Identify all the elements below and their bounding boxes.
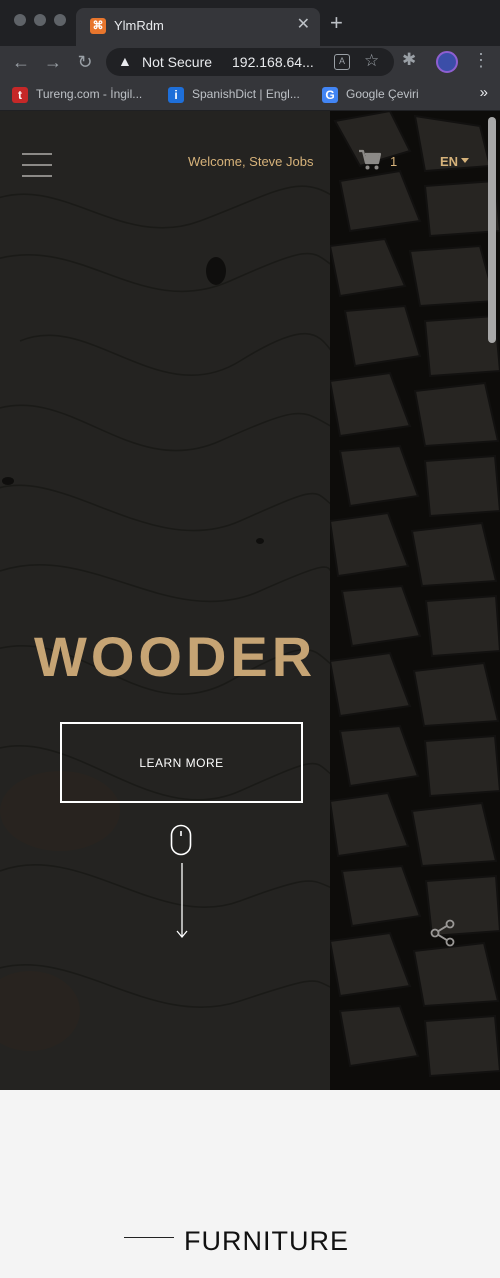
learn-more-button[interactable]: LEARN MORE xyxy=(60,722,303,803)
browser-tab[interactable]: ⌘ YlmRdm ✕ xyxy=(76,8,320,46)
browser-tab-strip: ⌘ YlmRdm ✕ + xyxy=(0,0,500,46)
furniture-section: FURNITURE xyxy=(0,1090,500,1278)
bookmark-item[interactable]: G Google Çeviri xyxy=(322,84,442,106)
bookmark-label: SpanishDict | Engl... xyxy=(192,87,300,101)
bookmark-label: Tureng.com - İngil... xyxy=(36,87,143,101)
warning-icon: ▲ xyxy=(118,53,132,69)
reload-icon[interactable]: ↻ xyxy=(72,49,98,75)
extensions-puzzle-icon[interactable]: ✱ xyxy=(402,50,416,70)
scroll-down-arrow-icon xyxy=(176,863,188,939)
close-window-button[interactable] xyxy=(14,14,26,26)
hamburger-menu-icon[interactable] xyxy=(22,153,52,177)
welcome-message[interactable]: Welcome, Steve Jobs xyxy=(188,154,313,169)
cart-count-badge: 1 xyxy=(390,154,398,169)
minimize-window-button[interactable] xyxy=(34,14,46,26)
back-arrow-icon[interactable]: ← xyxy=(8,49,34,75)
hero-brand-title: WOODER xyxy=(34,625,317,688)
bookmark-item[interactable]: t Tureng.com - İngil... xyxy=(12,84,162,106)
google-translate-favicon-icon: G xyxy=(322,87,338,103)
more-bookmarks-icon[interactable]: » xyxy=(480,84,488,101)
tab-close-icon[interactable]: ✕ xyxy=(297,16,310,34)
page-scrollbar[interactable] xyxy=(488,117,496,343)
cart-icon[interactable] xyxy=(358,149,382,171)
url-text[interactable]: 192.168.64... xyxy=(232,54,314,70)
zoom-window-button[interactable] xyxy=(54,14,66,26)
spanishdict-favicon-icon: i xyxy=(168,87,184,103)
chevron-down-icon[interactable] xyxy=(461,158,469,163)
forward-arrow-icon[interactable]: → xyxy=(40,49,66,75)
bookmarks-bar: t Tureng.com - İngil... i SpanishDict | … xyxy=(0,80,500,111)
share-icon[interactable] xyxy=(430,919,456,947)
security-label: Not Secure xyxy=(142,54,213,70)
tab-favicon-icon: ⌘ xyxy=(90,18,106,34)
language-selector[interactable]: EN xyxy=(440,154,458,169)
address-bar[interactable]: ▲ Not Secure 192.168.64... A ☆ xyxy=(106,48,394,76)
translate-icon[interactable]: A xyxy=(334,54,350,70)
bookmark-label: Google Çeviri xyxy=(346,87,419,101)
hero-overlay xyxy=(0,111,500,1090)
profile-avatar[interactable] xyxy=(436,51,458,73)
section-title: FURNITURE xyxy=(184,1226,349,1256)
tab-title: YlmRdm xyxy=(114,18,164,33)
bookmark-item[interactable]: i SpanishDict | Engl... xyxy=(168,84,314,106)
browser-toolbar: ← → ↻ ▲ Not Secure 192.168.64... A ☆ ✱ ⋮ xyxy=(0,46,500,80)
bookmark-star-icon[interactable]: ☆ xyxy=(364,51,379,71)
mouse-icon[interactable] xyxy=(170,824,192,856)
hero-section: Welcome, Steve Jobs 1 EN WOODER LEARN MO… xyxy=(0,111,500,1090)
new-tab-button[interactable]: + xyxy=(330,11,343,35)
tureng-favicon-icon: t xyxy=(12,87,28,103)
browser-menu-icon[interactable]: ⋮ xyxy=(472,50,490,71)
section-title-divider xyxy=(124,1237,174,1238)
